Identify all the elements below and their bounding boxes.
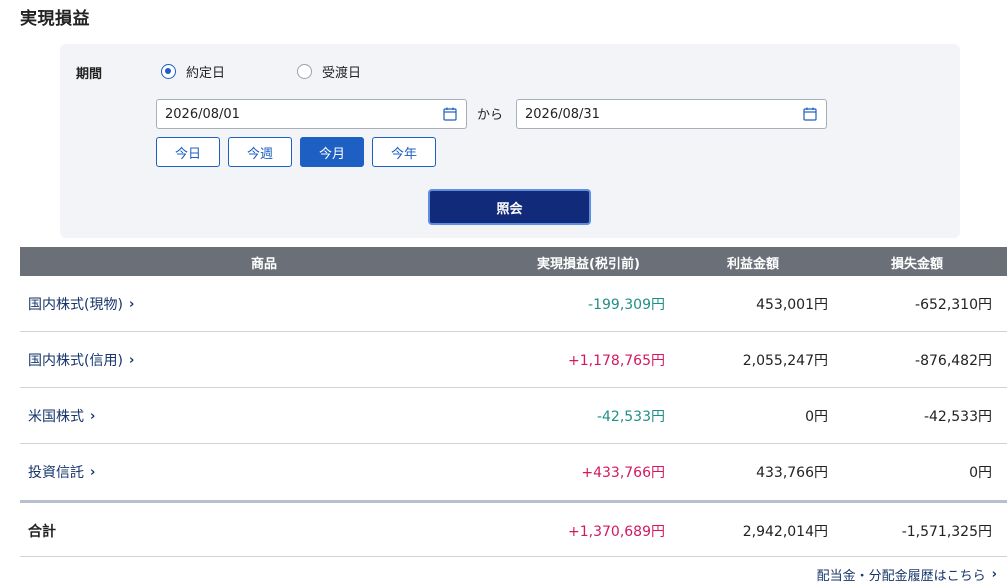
row-loss-value: 0円 — [969, 465, 992, 481]
radio-trade-date[interactable]: 約定日 — [161, 62, 225, 81]
radio-settlement-date[interactable]: 受渡日 — [297, 62, 361, 81]
table-row: 米国株式 › -42,533円 0円 -42,533円 — [20, 388, 1007, 444]
this-month-button[interactable]: 今月 — [300, 137, 364, 167]
table-row: 投資信託 › +433,766円 433,766円 0円 — [20, 444, 1007, 500]
start-date-value: 2026/08/01 — [165, 106, 240, 122]
row-realized-value: +433,766円 — [581, 465, 665, 481]
row-product-link[interactable]: 投資信託 › — [28, 462, 95, 482]
inquiry-button[interactable]: 照会 — [428, 189, 591, 225]
start-date-field[interactable]: 2026/08/01 — [156, 99, 467, 129]
total-profit-value: 2,942,014円 — [742, 524, 828, 540]
chevron-right-icon: › — [90, 464, 96, 480]
row-product-name: 米国株式 — [28, 409, 84, 425]
chevron-right-icon: › — [991, 567, 997, 582]
row-profit-value: 0円 — [805, 409, 828, 425]
row-loss-value: -42,533円 — [923, 409, 992, 425]
radio-settlement-date-label: 受渡日 — [322, 66, 362, 81]
filter-panel: 期間 約定日 受渡日 2026/08/01 から 2026/08/31 今日 今… — [60, 44, 960, 238]
row-product-name: 国内株式(現物) — [28, 297, 123, 313]
total-label: 合計 — [28, 524, 56, 540]
header-product: 商品 — [251, 257, 278, 272]
row-product-link[interactable]: 国内株式(現物) › — [28, 294, 134, 314]
end-date-value: 2026/08/31 — [525, 106, 600, 122]
range-separator: から — [477, 108, 504, 123]
total-loss-value: -1,571,325円 — [901, 524, 992, 540]
row-profit-value: 2,055,247円 — [742, 353, 828, 369]
table-header: 商品 実現損益(税引前) 利益金額 損失金額 — [20, 247, 1007, 276]
row-profit-value: 453,001円 — [756, 297, 828, 313]
row-product-link[interactable]: 米国株式 › — [28, 406, 95, 426]
today-button[interactable]: 今日 — [156, 137, 220, 167]
radio-unchecked-icon — [297, 64, 312, 79]
dividend-history-label: 配当金・分配金履歴はこちら — [816, 569, 986, 584]
row-product-name: 国内株式(信用) — [28, 353, 123, 369]
chevron-right-icon: › — [90, 408, 96, 424]
table-row: 国内株式(信用) › +1,178,765円 2,055,247円 -876,4… — [20, 332, 1007, 388]
page-title: 実現損益 — [20, 9, 90, 29]
chevron-right-icon: › — [128, 352, 135, 368]
this-week-button[interactable]: 今週 — [228, 137, 292, 167]
end-date-field[interactable]: 2026/08/31 — [516, 99, 827, 129]
header-realized-pl: 実現損益(税引前) — [537, 257, 640, 272]
row-realized-value: +1,178,765円 — [568, 353, 665, 369]
calendar-icon[interactable] — [803, 107, 817, 121]
radio-checked-icon — [161, 64, 176, 79]
row-profit-value: 433,766円 — [756, 465, 828, 481]
calendar-icon[interactable] — [443, 107, 457, 121]
row-realized-value: -199,309円 — [588, 297, 665, 313]
dividend-history-link[interactable]: 配当金・分配金履歴はこちら › — [817, 565, 997, 584]
header-loss-amount: 損失金額 — [891, 257, 944, 272]
header-profit-amount: 利益金額 — [727, 257, 780, 272]
row-realized-value: -42,533円 — [596, 409, 665, 425]
radio-trade-date-label: 約定日 — [186, 66, 226, 81]
total-realized-value: +1,370,689円 — [568, 524, 665, 540]
chevron-right-icon: › — [128, 296, 135, 312]
row-loss-value: -652,310円 — [915, 297, 992, 313]
row-product-name: 投資信託 — [28, 465, 84, 481]
table-row: 国内株式(現物) › -199,309円 453,001円 -652,310円 — [20, 276, 1007, 332]
total-row: 合計 +1,370,689円 2,942,014円 -1,571,325円 — [20, 500, 1007, 557]
row-product-link[interactable]: 国内株式(信用) › — [28, 350, 134, 370]
this-year-button[interactable]: 今年 — [372, 137, 436, 167]
period-label: 期間 — [76, 67, 103, 82]
row-loss-value: -876,482円 — [915, 353, 992, 369]
